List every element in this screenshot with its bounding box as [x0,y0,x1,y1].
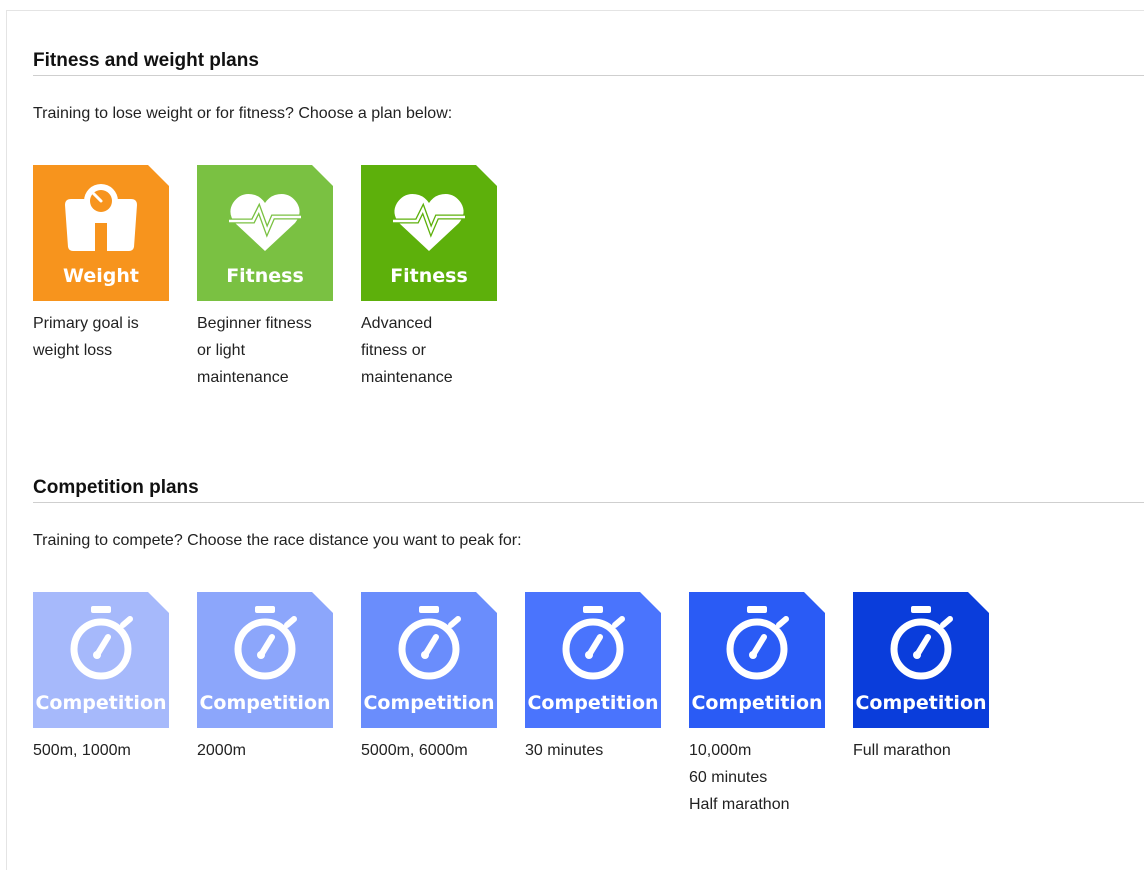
plan-tile[interactable]: Fitness [361,165,497,301]
competition-plans: Competition 500m, 1000m Competition 2000m Co… [33,592,1144,813]
tile-label: Fitness [390,265,468,287]
tile-label: Competition [199,692,331,714]
plan-description: Beginner fitness or light maintenance [197,315,312,386]
plan-competition-1[interactable]: Competition 500m, 1000m [33,592,183,764]
plan-competition-5[interactable]: Competition 10,000m 60 minutes Half maratho… [689,592,839,818]
plan-tile[interactable]: Weight [33,165,169,301]
section-intro: Training to compete? Choose the race dis… [33,532,522,549]
plan-fitness-beginner[interactable]: Fitness Beginner fitness or light mainte… [197,165,347,391]
plan-description: 5000m, 6000m [361,742,468,759]
plan-tile[interactable]: Competition [525,592,661,728]
fitness-plans: Weight Primary goal is weight loss Fitne… [33,165,1144,386]
section-title: Fitness and weight plans [33,50,1144,76]
tile-label: Competition [527,692,659,714]
tile-label: Competition [363,692,495,714]
plan-description: Advanced fitness or maintenance [361,315,453,386]
plan-weight[interactable]: Weight Primary goal is weight loss [33,165,183,364]
plan-competition-4[interactable]: Competition 30 minutes [525,592,675,764]
tile-label: Competition [855,692,987,714]
plan-tile[interactable]: Competition [853,592,989,728]
section-title: Competition plans [33,477,1144,503]
plan-tile[interactable]: Competition [361,592,497,728]
plan-competition-3[interactable]: Competition 5000m, 6000m [361,592,511,764]
competition-section: Competition plans Training to compete? C… [33,477,1144,813]
tile-label: Competition [691,692,823,714]
plan-description: Full marathon [853,742,951,759]
tile-label: Weight [63,265,139,287]
plan-fitness-advanced[interactable]: Fitness Advanced fitness or maintenance [361,165,511,391]
plan-description: 500m, 1000m [33,742,131,759]
plan-competition-2[interactable]: Competition 2000m [197,592,347,764]
plan-tile[interactable]: Competition [197,592,333,728]
plan-tile[interactable]: Fitness [197,165,333,301]
section-intro: Training to lose weight or for fitness? … [33,105,453,122]
fitness-section: Fitness and weight plans Training to los… [33,50,1144,386]
plan-description: 30 minutes [525,742,604,759]
plan-tile[interactable]: Competition [689,592,825,728]
plan-competition-6[interactable]: Competition Full marathon [853,592,1003,764]
tile-label: Competition [35,692,167,714]
tile-label: Fitness [226,265,304,287]
plan-tile[interactable]: Competition [33,592,169,728]
plan-description: Primary goal is weight loss [33,315,139,359]
plan-description: 10,000m 60 minutes Half marathon [689,742,790,813]
plan-description: 2000m [197,742,246,759]
